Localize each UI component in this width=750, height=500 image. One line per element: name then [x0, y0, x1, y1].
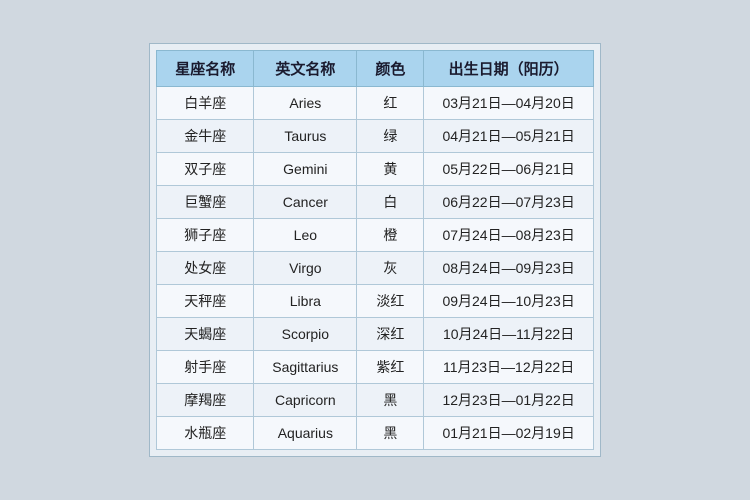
table-cell-4-0: 狮子座 — [157, 219, 254, 252]
table-cell-10-1: Aquarius — [254, 417, 357, 450]
table-cell-0-3: 03月21日—04月20日 — [424, 87, 593, 120]
table-row: 天蝎座Scorpio深红10月24日—11月22日 — [157, 318, 593, 351]
table-cell-7-0: 天蝎座 — [157, 318, 254, 351]
table-column-header: 英文名称 — [254, 51, 357, 87]
table-row: 双子座Gemini黄05月22日—06月21日 — [157, 153, 593, 186]
table-cell-10-0: 水瓶座 — [157, 417, 254, 450]
table-cell-7-3: 10月24日—11月22日 — [424, 318, 593, 351]
table-cell-5-0: 处女座 — [157, 252, 254, 285]
table-cell-2-2: 黄 — [357, 153, 424, 186]
table-cell-4-1: Leo — [254, 219, 357, 252]
table-cell-0-0: 白羊座 — [157, 87, 254, 120]
table-cell-9-2: 黑 — [357, 384, 424, 417]
table-cell-4-3: 07月24日—08月23日 — [424, 219, 593, 252]
table-cell-6-2: 淡红 — [357, 285, 424, 318]
table-body: 白羊座Aries红03月21日—04月20日金牛座Taurus绿04月21日—0… — [157, 87, 593, 450]
table-row: 巨蟹座Cancer白06月22日—07月23日 — [157, 186, 593, 219]
table-cell-8-3: 11月23日—12月22日 — [424, 351, 593, 384]
table-cell-2-3: 05月22日—06月21日 — [424, 153, 593, 186]
table-row: 射手座Sagittarius紫红11月23日—12月22日 — [157, 351, 593, 384]
table-cell-2-1: Gemini — [254, 153, 357, 186]
table-cell-6-1: Libra — [254, 285, 357, 318]
table-cell-1-1: Taurus — [254, 120, 357, 153]
table-row: 处女座Virgo灰08月24日—09月23日 — [157, 252, 593, 285]
table-row: 金牛座Taurus绿04月21日—05月21日 — [157, 120, 593, 153]
table-cell-2-0: 双子座 — [157, 153, 254, 186]
table-row: 白羊座Aries红03月21日—04月20日 — [157, 87, 593, 120]
table-cell-5-3: 08月24日—09月23日 — [424, 252, 593, 285]
zodiac-table: 星座名称英文名称颜色出生日期（阳历） 白羊座Aries红03月21日—04月20… — [156, 50, 593, 450]
table-cell-1-0: 金牛座 — [157, 120, 254, 153]
table-cell-1-3: 04月21日—05月21日 — [424, 120, 593, 153]
table-container: 星座名称英文名称颜色出生日期（阳历） 白羊座Aries红03月21日—04月20… — [149, 43, 600, 457]
table-cell-10-3: 01月21日—02月19日 — [424, 417, 593, 450]
table-row: 水瓶座Aquarius黑01月21日—02月19日 — [157, 417, 593, 450]
table-cell-8-2: 紫红 — [357, 351, 424, 384]
table-row: 天秤座Libra淡红09月24日—10月23日 — [157, 285, 593, 318]
table-cell-9-0: 摩羯座 — [157, 384, 254, 417]
table-cell-3-0: 巨蟹座 — [157, 186, 254, 219]
table-column-header: 颜色 — [357, 51, 424, 87]
table-cell-1-2: 绿 — [357, 120, 424, 153]
table-cell-8-0: 射手座 — [157, 351, 254, 384]
table-cell-6-3: 09月24日—10月23日 — [424, 285, 593, 318]
table-cell-9-1: Capricorn — [254, 384, 357, 417]
table-cell-3-2: 白 — [357, 186, 424, 219]
table-cell-10-2: 黑 — [357, 417, 424, 450]
table-column-header: 星座名称 — [157, 51, 254, 87]
table-cell-6-0: 天秤座 — [157, 285, 254, 318]
table-cell-7-2: 深红 — [357, 318, 424, 351]
table-cell-0-2: 红 — [357, 87, 424, 120]
table-cell-3-3: 06月22日—07月23日 — [424, 186, 593, 219]
table-cell-8-1: Sagittarius — [254, 351, 357, 384]
table-column-header: 出生日期（阳历） — [424, 51, 593, 87]
table-cell-0-1: Aries — [254, 87, 357, 120]
table-cell-5-2: 灰 — [357, 252, 424, 285]
table-row: 狮子座Leo橙07月24日—08月23日 — [157, 219, 593, 252]
table-cell-4-2: 橙 — [357, 219, 424, 252]
table-cell-5-1: Virgo — [254, 252, 357, 285]
table-cell-9-3: 12月23日—01月22日 — [424, 384, 593, 417]
table-cell-3-1: Cancer — [254, 186, 357, 219]
table-cell-7-1: Scorpio — [254, 318, 357, 351]
table-header-row: 星座名称英文名称颜色出生日期（阳历） — [157, 51, 593, 87]
table-row: 摩羯座Capricorn黑12月23日—01月22日 — [157, 384, 593, 417]
